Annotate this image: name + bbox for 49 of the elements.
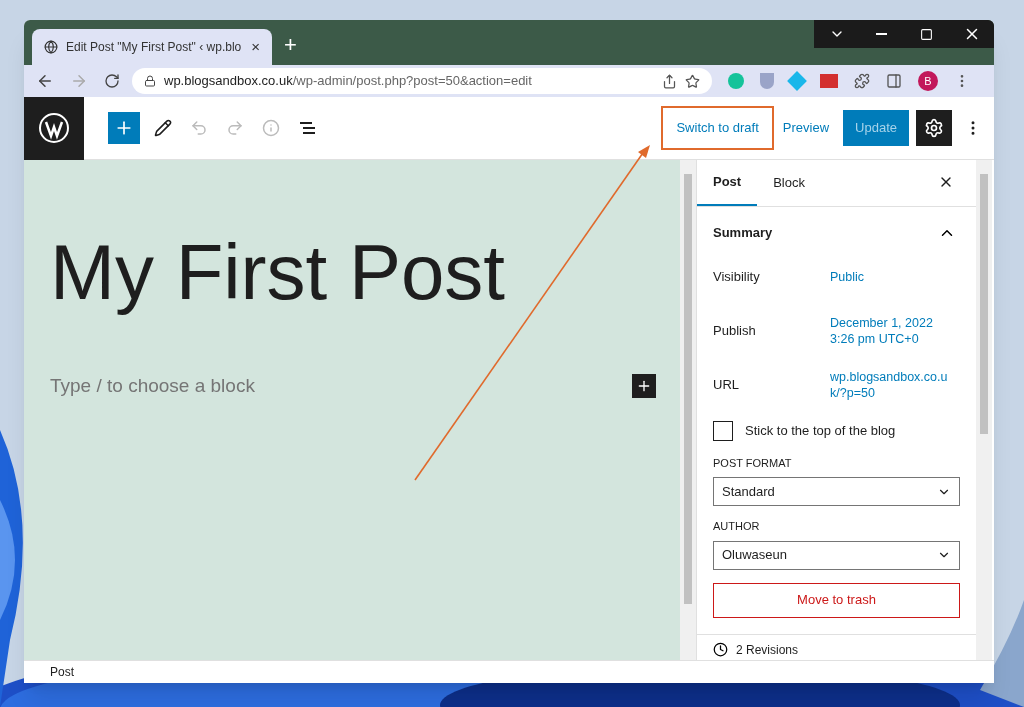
tab-title: Edit Post "My First Post" ‹ wp.blo xyxy=(66,39,243,56)
wordpress-logo-icon xyxy=(38,112,70,144)
wordpress-logo-button[interactable] xyxy=(24,96,84,160)
post-format-dropdown[interactable]: Standard xyxy=(713,477,960,506)
share-icon[interactable] xyxy=(662,73,677,89)
back-icon[interactable] xyxy=(36,72,54,90)
side-panel-icon[interactable] xyxy=(886,73,902,89)
sidebar-tab[interactable]: Block xyxy=(757,159,821,206)
minimize-icon xyxy=(876,33,887,35)
field-link[interactable]: December 1, 2022 3:26 pm UTC+0 xyxy=(830,314,933,347)
pencil-icon[interactable] xyxy=(154,119,172,137)
globe-icon xyxy=(44,40,58,54)
block-placeholder[interactable]: Type / to choose a block xyxy=(50,371,632,401)
settings-icon xyxy=(924,118,944,138)
move-to-trash-button[interactable]: Move to trash xyxy=(713,582,960,618)
scrollbar[interactable] xyxy=(680,160,696,660)
checkbox[interactable] xyxy=(713,420,733,441)
revisions-link[interactable]: 2 Revisions xyxy=(736,640,799,659)
scrollbar[interactable] xyxy=(976,160,992,660)
clock-icon xyxy=(713,642,728,657)
post-title[interactable]: My First Post xyxy=(50,226,505,320)
field-link[interactable]: wp.blogsandbox.co.u k/?p=50 xyxy=(830,368,948,401)
preview-button[interactable]: Preview xyxy=(774,110,838,146)
add-block-button[interactable] xyxy=(108,112,140,144)
browser-tab[interactable]: Edit Post "My First Post" ‹ wp.blo × xyxy=(32,29,272,65)
switch-to-draft-button[interactable]: Switch to draft xyxy=(661,106,774,150)
field-label: POST FORMAT xyxy=(713,455,793,471)
list-view-icon[interactable] xyxy=(298,120,318,136)
field-link[interactable]: Public xyxy=(830,268,865,285)
author-dropdown[interactable]: Oluwaseun xyxy=(713,540,960,570)
reload-icon[interactable] xyxy=(104,73,120,89)
field-label: Visibility xyxy=(713,267,761,286)
puzzle-icon[interactable] xyxy=(854,73,870,89)
field-label: AUTHOR xyxy=(713,519,761,534)
sidebar-tab[interactable]: Post xyxy=(697,159,758,206)
field-label: Publish xyxy=(713,321,757,340)
maximize-icon xyxy=(920,27,933,41)
checkbox-label: Stick to the top of the blog xyxy=(745,421,896,440)
insert-block-button[interactable] xyxy=(632,373,656,398)
breadcrumb[interactable]: Post xyxy=(50,663,74,681)
settings-button[interactable] xyxy=(916,110,952,146)
lock-icon xyxy=(144,75,156,87)
panel-title[interactable]: Summary xyxy=(713,223,773,243)
field-label: URL xyxy=(713,375,740,394)
profile-avatar[interactable]: B xyxy=(918,71,938,91)
close-tab-button[interactable]: × xyxy=(251,35,260,59)
new-tab-button[interactable]: + xyxy=(284,28,297,61)
address-field[interactable]: wp.blogsandbox.co.uk/wp-admin/post.php?post=50&action=edit xyxy=(132,68,712,94)
bookmark-icon[interactable] xyxy=(685,73,700,89)
